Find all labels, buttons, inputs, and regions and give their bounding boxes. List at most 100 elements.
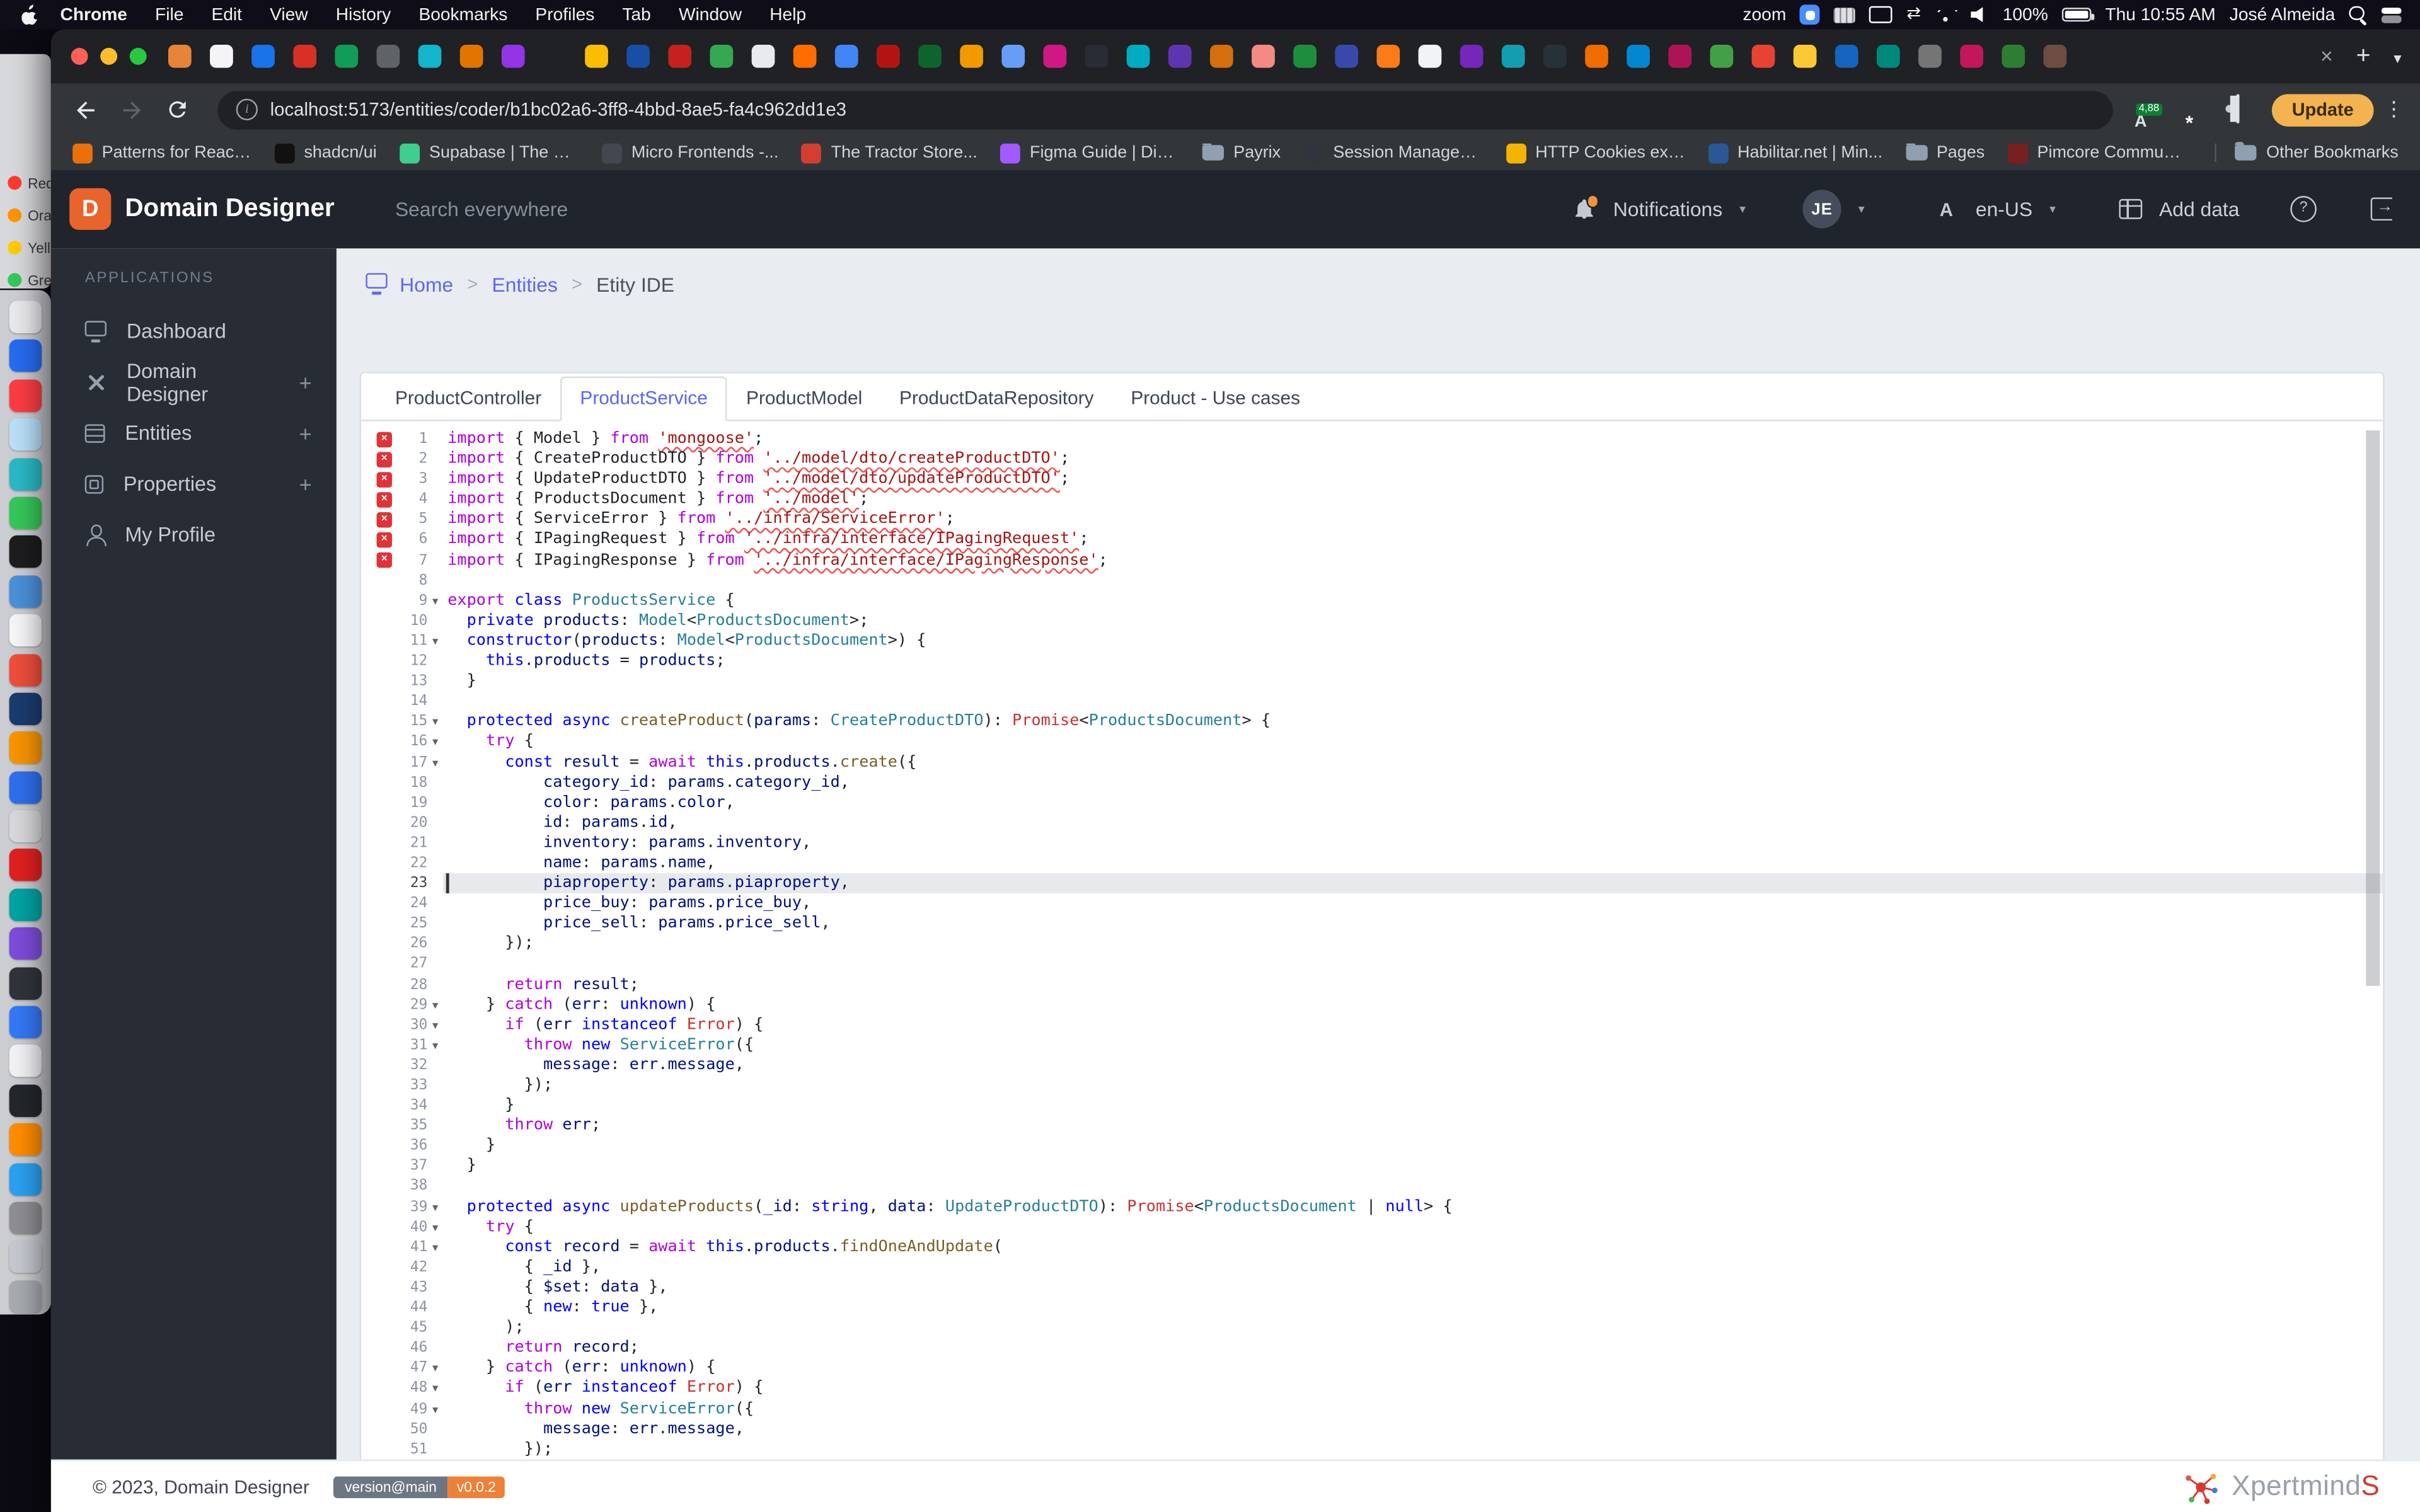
close-tab-icon[interactable]	[2320, 42, 2333, 70]
dock-app-icon[interactable]	[9, 810, 42, 843]
fold-icon[interactable]: ▾	[427, 631, 442, 651]
menu-window[interactable]: Window	[665, 6, 756, 24]
browser-tab[interactable]	[1627, 45, 1650, 68]
browser-tab[interactable]	[877, 45, 900, 68]
fold-icon[interactable]: ▾	[427, 995, 442, 1015]
shortcuts-icon[interactable]	[1906, 4, 1921, 25]
browser-tab[interactable]	[418, 45, 442, 68]
logout-button[interactable]	[2370, 197, 2393, 221]
sidebar-item-properties[interactable]: Properties +	[51, 458, 337, 509]
browser-tab[interactable]	[1501, 45, 1525, 68]
bookmark-item[interactable]: shadcn/ui	[274, 142, 377, 163]
dock-app-icon[interactable]	[9, 966, 42, 1000]
menu-chrome[interactable]: Chrome	[46, 6, 141, 24]
color-list-item[interactable]: Red	[0, 166, 51, 198]
browser-tab[interactable]	[710, 45, 734, 68]
fold-icon[interactable]: ▾	[427, 1378, 442, 1399]
dock-app-icon[interactable]	[9, 1123, 42, 1156]
menu-view[interactable]: View	[256, 6, 322, 24]
control-center-icon[interactable]	[2381, 4, 2402, 25]
zoom-app-icon[interactable]	[1800, 4, 1821, 25]
browser-tab[interactable]	[2043, 45, 2067, 68]
browser-tab[interactable]	[1168, 45, 1192, 68]
dock-app-icon[interactable]	[9, 340, 42, 373]
fold-icon[interactable]: ▾	[427, 1217, 442, 1237]
browser-tab[interactable]	[1876, 45, 1900, 68]
battery-label[interactable]: 100%	[2003, 6, 2048, 24]
dock-app-icon[interactable]	[9, 770, 42, 804]
browser-tab[interactable]	[251, 45, 275, 68]
menu-edit[interactable]: Edit	[197, 6, 256, 24]
sidebar-item-my-profile[interactable]: My Profile	[51, 509, 337, 560]
color-list-item[interactable]: Yello	[0, 231, 51, 263]
browser-tab[interactable]	[459, 45, 483, 68]
bookmark-item[interactable]: Pimcore Communi...	[2007, 142, 2187, 163]
fold-icon[interactable]: ▾	[427, 712, 442, 732]
fold-icon[interactable]: ▾	[427, 1196, 442, 1217]
fold-icon[interactable]: ▾	[427, 1237, 442, 1257]
browser-tab[interactable]	[751, 45, 775, 68]
browser-tab[interactable]	[668, 45, 692, 68]
browser-tab[interactable]	[1960, 45, 1983, 68]
fold-icon[interactable]: ▾	[427, 1035, 442, 1055]
locale-selector[interactable]: en-US	[1976, 197, 2032, 220]
zoom-label[interactable]: zoom	[1743, 6, 1786, 24]
dock-app-icon[interactable]	[9, 1162, 42, 1195]
tab-productservice[interactable]: ProductService	[560, 376, 728, 421]
sidebar-item-domain-designer[interactable]: Domain Designer +	[51, 357, 337, 408]
spotlight-icon[interactable]	[2349, 5, 2367, 24]
dock-app-icon[interactable]	[9, 849, 42, 882]
window-close-button[interactable]	[71, 47, 88, 65]
dock-app-icon[interactable]	[9, 1084, 42, 1117]
browser-tab[interactable]	[626, 45, 650, 68]
browser-tab[interactable]	[1376, 45, 1400, 68]
window-zoom-button[interactable]	[129, 47, 147, 65]
clock-label[interactable]: Thu 10:55 AM	[2105, 6, 2215, 24]
dock-app-icon[interactable]	[9, 888, 42, 921]
bookmark-item[interactable]: Session Managem...	[1303, 142, 1483, 163]
browser-tab[interactable]	[1293, 45, 1317, 68]
browser-tab[interactable]	[1835, 45, 1858, 68]
menu-file[interactable]: File	[141, 6, 197, 24]
bookmark-item[interactable]: HTTP Cookies exp...	[1506, 142, 1685, 163]
tab-search-button[interactable]	[2394, 42, 2401, 70]
browser-tab[interactable]	[585, 45, 608, 68]
browser-tab[interactable]	[834, 45, 858, 68]
menu-tab[interactable]: Tab	[608, 6, 665, 24]
browser-tab[interactable]	[1460, 45, 1484, 68]
wifi-icon[interactable]	[1935, 6, 1956, 23]
tab-product-use-cases[interactable]: Product - Use cases	[1112, 378, 1319, 420]
fold-icon[interactable]: ▾	[427, 752, 442, 772]
tab-productdatarepository[interactable]: ProductDataRepository	[881, 378, 1112, 420]
reload-button[interactable]	[159, 91, 196, 128]
translate-icon[interactable]	[1934, 197, 1959, 221]
browser-tab[interactable]	[335, 45, 359, 68]
bookmark-item[interactable]: Pages	[1905, 142, 1985, 162]
browser-tab[interactable]	[1543, 45, 1567, 68]
browser-tab[interactable]	[1918, 45, 1942, 68]
search-input[interactable]: Search everywhere	[395, 197, 568, 220]
browser-tab[interactable]	[376, 45, 400, 68]
dock-app-icon[interactable]	[9, 1045, 42, 1078]
breadcrumb-link[interactable]: Home	[400, 272, 453, 295]
sidebar-item-dashboard[interactable]: Dashboard	[51, 306, 337, 357]
bookmark-item[interactable]: Payrix	[1202, 142, 1281, 162]
bookmark-item[interactable]: Figma Guide | Die...	[1000, 142, 1180, 163]
dock-app-icon[interactable]	[9, 731, 42, 764]
add-button[interactable]: +	[299, 420, 312, 445]
dock-app-icon[interactable]	[9, 927, 42, 960]
dock-app-icon[interactable]	[9, 653, 42, 686]
menu-bookmarks[interactable]: Bookmarks	[405, 6, 521, 24]
display-icon[interactable]	[1869, 6, 1893, 23]
browser-menu-button[interactable]	[2383, 96, 2404, 123]
tab-productmodel[interactable]: ProductModel	[728, 378, 881, 420]
dock-app-icon[interactable]	[9, 301, 42, 333]
dock-app-icon[interactable]	[9, 692, 42, 725]
user-avatar[interactable]: JE	[1802, 190, 1841, 229]
browser-tab[interactable]	[1001, 45, 1025, 68]
dock-app-icon[interactable]	[9, 1240, 42, 1274]
notifications-label[interactable]: Notifications	[1613, 197, 1722, 220]
browser-tab[interactable]	[501, 45, 525, 68]
tab-productcontroller[interactable]: ProductController	[377, 378, 560, 420]
browser-tab[interactable]	[1710, 45, 1734, 68]
